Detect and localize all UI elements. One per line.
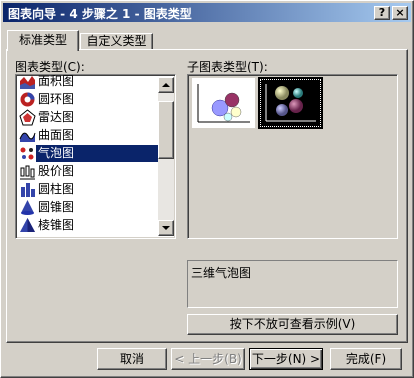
scroll-thumb[interactable] <box>158 101 174 159</box>
chart-type-item[interactable]: 雷达图 <box>18 108 174 127</box>
chart-wizard-dialog: 图表向导 - 4 步骤之 1 - 图表类型 ? × 标准类型 自定义类型 图表类… <box>0 0 414 378</box>
chart-type-item[interactable]: 圆柱图 <box>18 180 174 199</box>
radar-chart-icon <box>19 109 36 126</box>
chart-type-label: 雷达图 <box>38 110 75 124</box>
chart-type-label: 圆锥图 <box>38 200 75 214</box>
subtype-label: 子图表类型(T): <box>187 60 268 74</box>
subtype-bubble[interactable] <box>191 77 256 129</box>
chart-type-label: 图表类型(C): <box>15 60 85 74</box>
bubble-chart-icon <box>19 145 36 162</box>
title-bar[interactable]: 图表向导 - 4 步骤之 1 - 图表类型 ? × <box>3 3 411 22</box>
back-button[interactable]: < 上一步(B) <box>171 348 245 370</box>
bubble-2d-icon <box>197 84 250 123</box>
area-chart-icon <box>19 75 36 90</box>
help-button[interactable]: ? <box>374 6 390 20</box>
chart-type-item[interactable]: 圆环图 <box>18 90 174 109</box>
subtype-description-box: 三维气泡图 <box>187 260 398 308</box>
chart-type-item[interactable]: 棱锥图 <box>18 216 174 235</box>
chart-type-label: 圆环图 <box>38 92 75 106</box>
window-title: 图表向导 - 4 步骤之 1 - 图表类型 <box>8 7 192 21</box>
chart-type-label: 曲面图 <box>38 128 75 142</box>
preview-sample-button[interactable]: 按下不放可查看示例(V) <box>187 314 398 335</box>
chart-type-label: 圆柱图 <box>38 182 75 196</box>
finish-button[interactable]: 完成(F) <box>330 348 402 370</box>
surface-chart-icon <box>19 127 36 144</box>
tab-standard-label: 标准类型 <box>18 33 67 47</box>
down-arrow-icon <box>162 226 170 230</box>
chart-type-label: 股价图 <box>38 164 75 178</box>
tab-standard-types[interactable]: 标准类型 <box>7 30 79 51</box>
tab-custom-types[interactable]: 自定义类型 <box>80 33 153 50</box>
chart-type-item[interactable]: 曲面图 <box>18 126 174 145</box>
chart-type-label: 气泡图 <box>36 145 174 162</box>
stock-chart-icon <box>19 163 36 180</box>
cylinder-chart-icon <box>19 181 36 198</box>
scroll-down-button[interactable] <box>158 220 174 236</box>
up-arrow-icon <box>162 83 170 87</box>
next-button[interactable]: 下一步(N) > <box>249 348 323 370</box>
pyramid-chart-icon <box>19 217 36 234</box>
cone-chart-icon <box>19 199 36 216</box>
chart-type-label: 棱锥图 <box>38 218 75 232</box>
chart-type-label: 面积图 <box>38 74 75 88</box>
chart-type-item[interactable]: 圆锥图 <box>18 198 174 217</box>
chart-type-list[interactable]: 面积图圆环图雷达图曲面图气泡图股价图圆柱图圆锥图棱锥图 <box>15 74 176 239</box>
tab-custom-label: 自定义类型 <box>86 34 147 48</box>
bubble-3d-icon <box>265 84 316 122</box>
list-scrollbar[interactable] <box>158 77 174 236</box>
scroll-up-button[interactable] <box>158 77 174 93</box>
subtype-area <box>187 74 398 239</box>
subtype-description: 三维气泡图 <box>191 266 252 280</box>
cancel-button[interactable]: 取消 <box>97 348 167 370</box>
chart-type-item[interactable]: 气泡图 <box>18 144 174 163</box>
subtype-bubble-3d[interactable] <box>258 77 323 129</box>
chart-type-item[interactable]: 股价图 <box>18 162 174 181</box>
close-button[interactable]: × <box>392 6 408 20</box>
chart-type-item[interactable]: 面积图 <box>18 74 174 91</box>
doughnut-chart-icon <box>19 91 36 108</box>
